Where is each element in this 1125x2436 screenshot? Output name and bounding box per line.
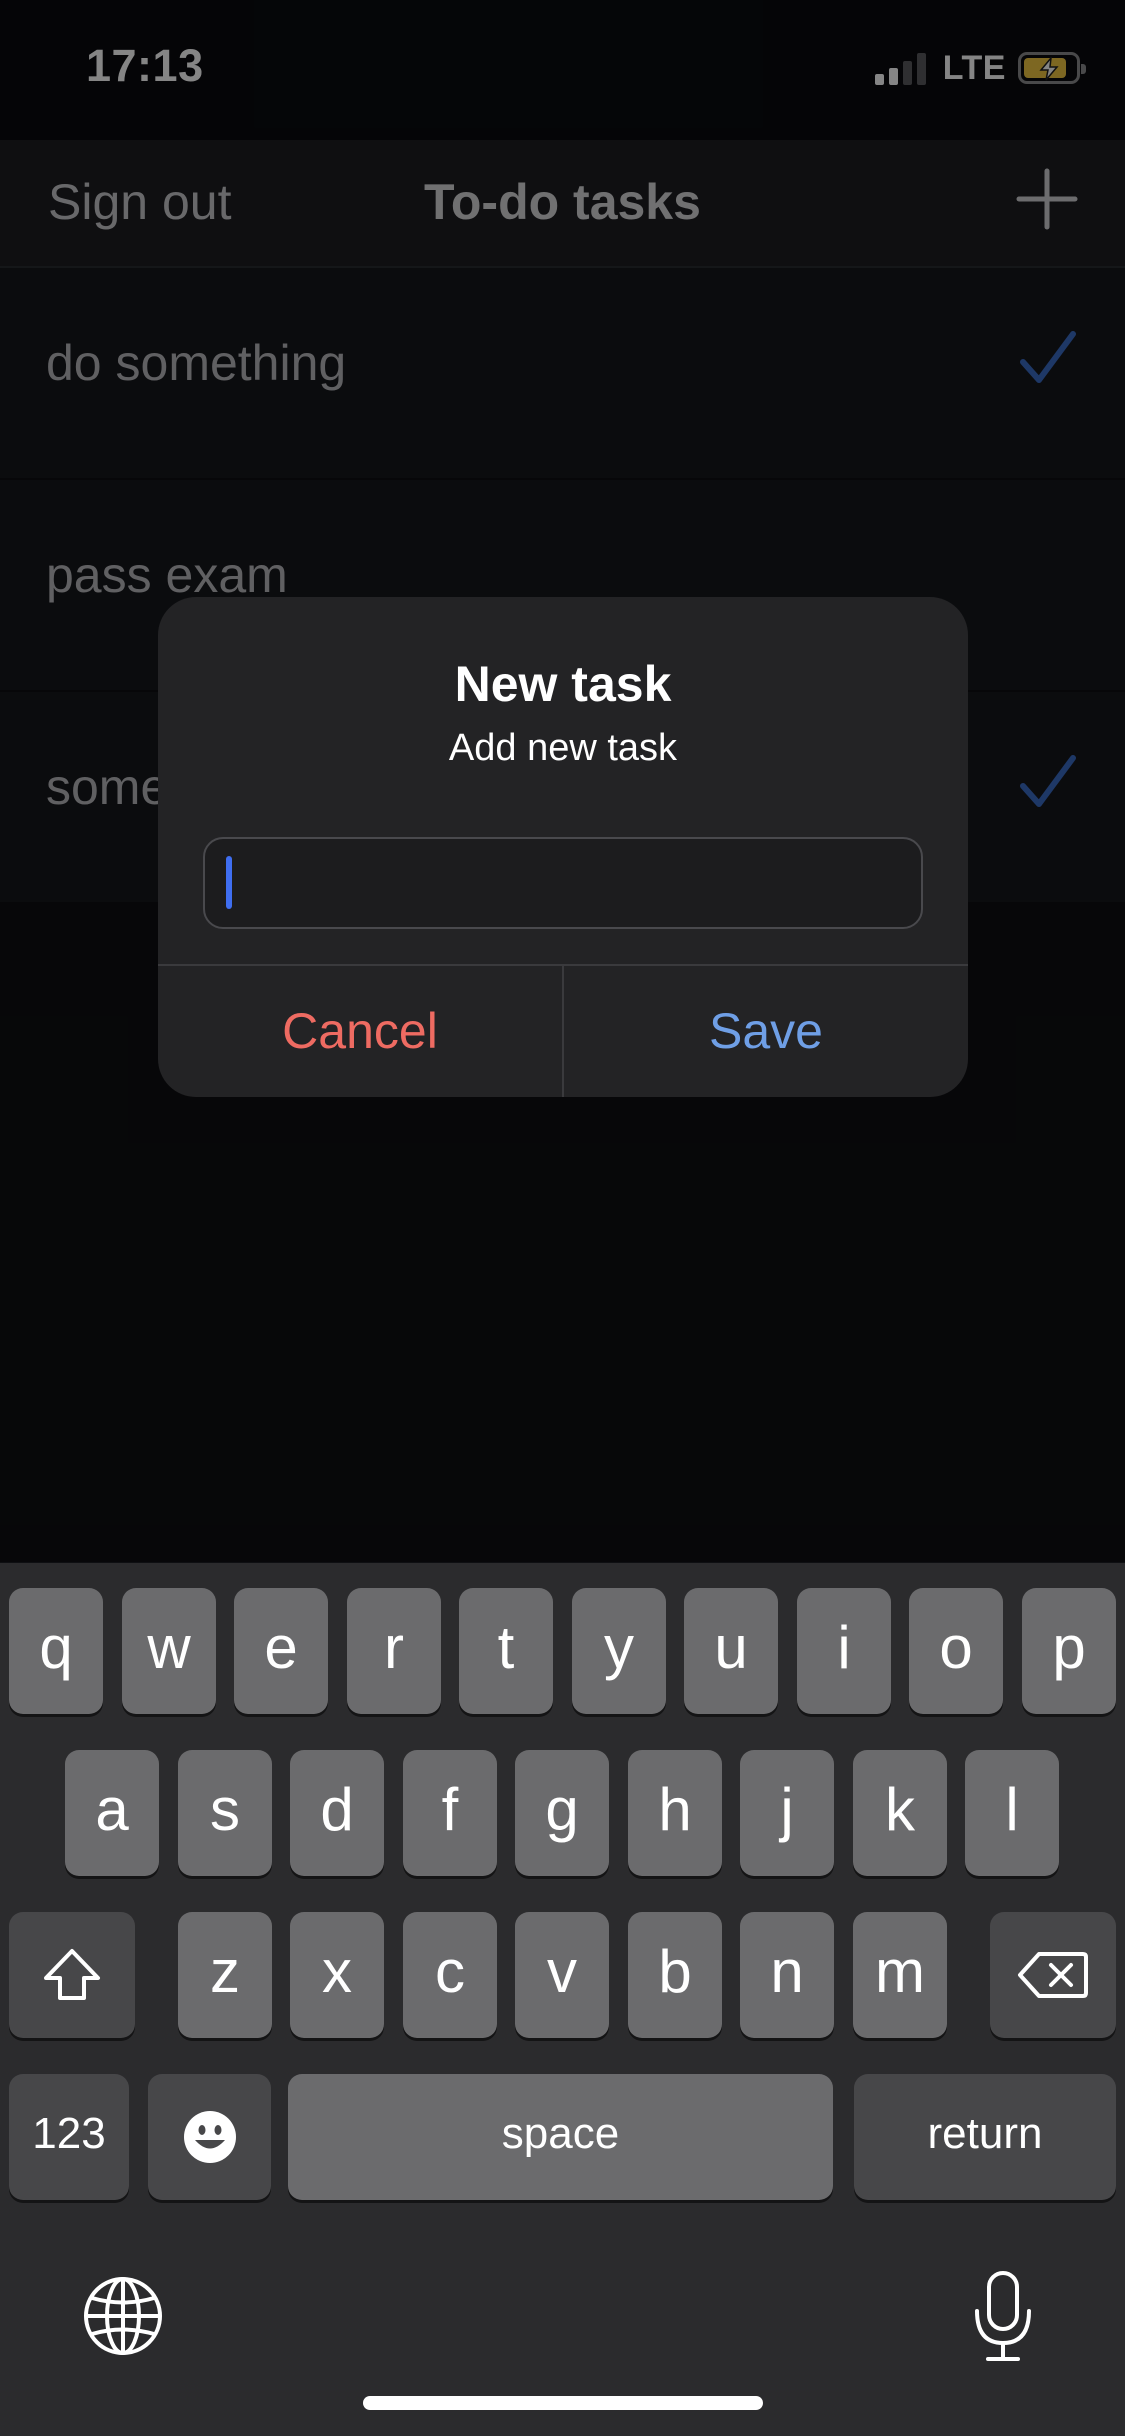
key-r[interactable]: r (347, 1588, 441, 1714)
dialog-title: New task (454, 656, 672, 712)
key-m[interactable]: m (853, 1912, 947, 2038)
key-e[interactable]: e (234, 1588, 328, 1714)
key-j[interactable]: j (740, 1750, 834, 1876)
key-t[interactable]: t (459, 1588, 553, 1714)
key-f[interactable]: f (403, 1750, 497, 1876)
microphone-icon[interactable] (970, 2269, 1036, 2365)
new-task-dialog: New task Add new task Cancel Save (158, 597, 968, 1097)
key-n[interactable]: n (740, 1912, 834, 2038)
key-z[interactable]: z (178, 1912, 272, 2038)
key-d[interactable]: d (290, 1750, 384, 1876)
key-u[interactable]: u (684, 1588, 778, 1714)
key-g[interactable]: g (515, 1750, 609, 1876)
numbers-key[interactable]: 123 (9, 2074, 129, 2200)
key-v[interactable]: v (515, 1912, 609, 2038)
new-task-input[interactable] (203, 837, 923, 929)
key-w[interactable]: w (122, 1588, 216, 1714)
key-p[interactable]: p (1022, 1588, 1116, 1714)
space-key[interactable]: space (288, 2074, 833, 2200)
shift-key[interactable] (9, 1912, 135, 2038)
shift-arrow-icon (44, 1949, 100, 2000)
backspace-icon (1018, 1952, 1088, 1998)
cancel-button[interactable]: Cancel (158, 966, 562, 1097)
save-button[interactable]: Save (564, 966, 968, 1097)
key-y[interactable]: y (572, 1588, 666, 1714)
key-a[interactable]: a (65, 1750, 159, 1876)
globe-icon[interactable] (82, 2275, 164, 2357)
home-indicator[interactable] (363, 2396, 763, 2410)
emoji-smiley-icon (183, 2111, 236, 2163)
key-h[interactable]: h (628, 1750, 722, 1876)
text-cursor (226, 856, 232, 909)
dialog-subtitle: Add new task (448, 727, 678, 769)
emoji-key[interactable] (148, 2074, 271, 2200)
key-b[interactable]: b (628, 1912, 722, 2038)
key-k[interactable]: k (853, 1750, 947, 1876)
backspace-key[interactable] (990, 1912, 1116, 2038)
key-s[interactable]: s (178, 1750, 272, 1876)
key-x[interactable]: x (290, 1912, 384, 2038)
return-key[interactable]: return (854, 2074, 1116, 2200)
key-i[interactable]: i (797, 1588, 891, 1714)
key-c[interactable]: c (403, 1912, 497, 2038)
on-screen-keyboard: q w e r t y u i o p a s d f g h j k l z … (0, 1563, 1125, 2436)
key-o[interactable]: o (909, 1588, 1003, 1714)
key-l[interactable]: l (965, 1750, 1059, 1876)
key-q[interactable]: q (9, 1588, 103, 1714)
